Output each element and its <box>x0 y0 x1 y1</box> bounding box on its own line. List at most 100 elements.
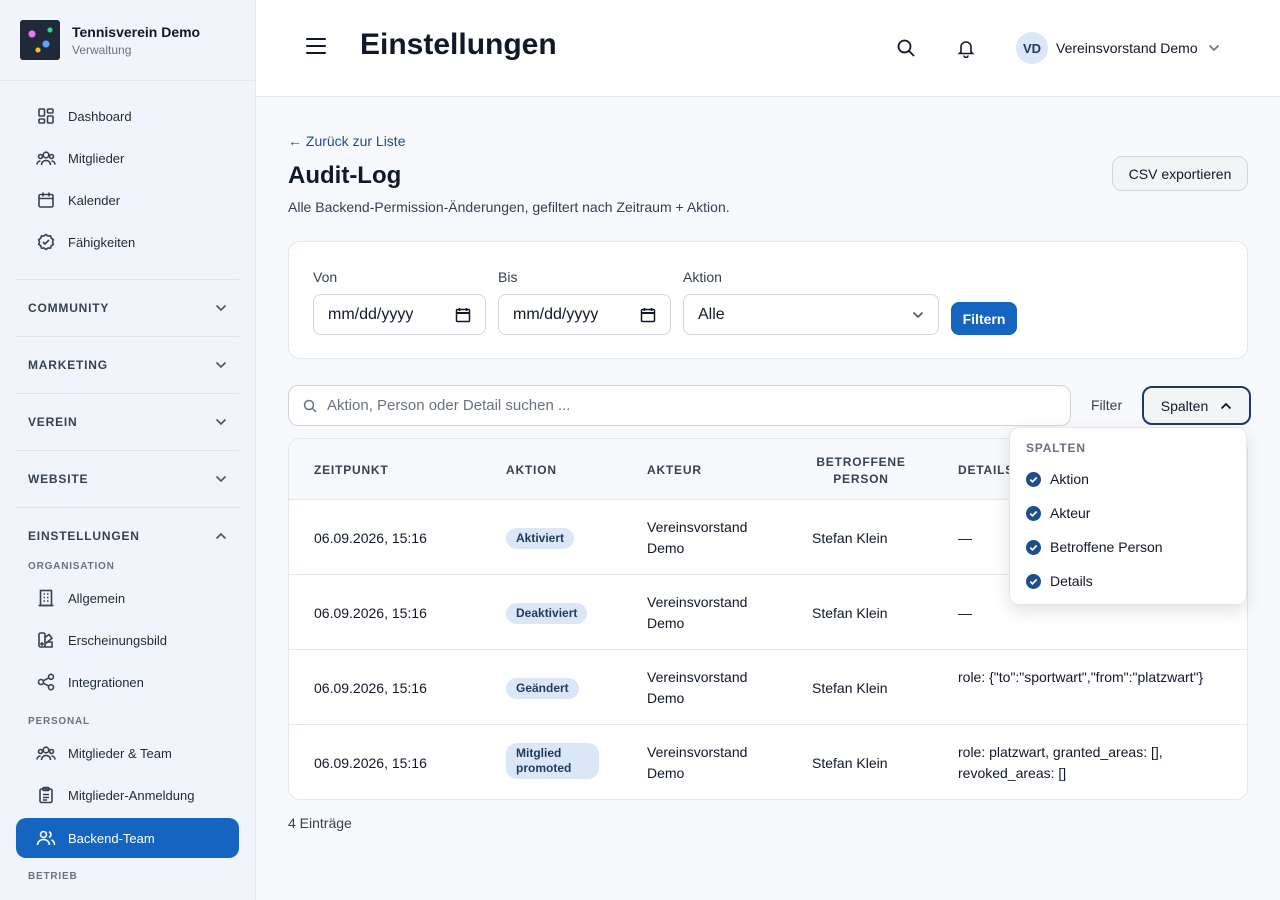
back-link[interactable]: ← Zurück zur Liste <box>288 133 405 149</box>
section-label: EINSTELLUNGEN <box>28 528 140 543</box>
brand[interactable]: Tennisverein Demo Verwaltung <box>0 0 255 81</box>
search-icon <box>303 399 317 413</box>
action-select-value: Alle <box>698 305 725 323</box>
sidebar-item-integrations[interactable]: Integrationen <box>16 662 239 702</box>
subhead-organisation: ORGANISATION <box>28 561 115 572</box>
column-toggle-actor[interactable]: Akteur <box>1026 505 1090 521</box>
chevron-down-icon <box>1208 44 1219 52</box>
from-date-input[interactable]: mm/dd/yyyy <box>313 294 486 335</box>
column-toggle-person[interactable]: Betroffene Person <box>1026 539 1163 555</box>
section-einstellungen[interactable]: EINSTELLUNGEN <box>16 507 239 563</box>
dashboard-icon <box>36 106 56 126</box>
share-icon <box>36 672 56 692</box>
chevron-up-icon <box>215 532 227 539</box>
column-header-action[interactable]: AKTION <box>506 463 557 477</box>
user-menu[interactable]: VD Vereinsvorstand Demo <box>1016 32 1220 64</box>
column-header-person[interactable]: BETROFFENE PERSON <box>809 454 913 488</box>
building-icon <box>36 588 56 608</box>
search-input[interactable]: Aktion, Person oder Detail suchen ... <box>288 385 1071 426</box>
column-toggle-label: Details <box>1050 573 1093 589</box>
avatar: VD <box>1016 32 1048 64</box>
sidebar: Tennisverein Demo Verwaltung Dashboard M… <box>0 0 256 900</box>
subhead-betrieb: BETRIEB <box>28 871 78 882</box>
section-marketing[interactable]: MARKETING <box>16 336 239 392</box>
cell-person: Stefan Klein <box>812 755 888 771</box>
sidebar-item-calendar[interactable]: Kalender <box>16 180 239 220</box>
subhead-personal: PERSONAL <box>28 716 90 727</box>
section-label: VEREIN <box>28 414 78 429</box>
calendar-icon <box>36 190 56 210</box>
sidebar-item-label: Mitglieder & Team <box>68 745 172 761</box>
section-title: Audit-Log <box>288 162 402 189</box>
csv-export-button[interactable]: CSV exportieren <box>1112 156 1248 191</box>
column-toggle-action[interactable]: Aktion <box>1026 471 1089 487</box>
entry-count: 4 Einträge <box>288 815 352 831</box>
table-row[interactable]: 06.09.2026, 15:16 Geändert Vereinsvorsta… <box>289 650 1247 725</box>
column-toggle-label: Akteur <box>1050 505 1091 521</box>
badge-check-icon <box>36 232 56 252</box>
column-toggle-details[interactable]: Details <box>1026 573 1093 589</box>
search-placeholder: Aktion, Person oder Detail suchen ... <box>327 397 571 414</box>
column-header-actor[interactable]: AKTEUR <box>647 463 702 477</box>
cell-details: — <box>958 530 972 546</box>
palette-icon <box>36 630 56 650</box>
brand-title: Tennisverein Demo <box>72 23 201 40</box>
clipboard-icon <box>36 785 56 805</box>
column-header-details[interactable]: DETAILS <box>958 463 1014 477</box>
columns-button-label: Spalten <box>1160 397 1209 414</box>
chevron-down-icon <box>215 361 227 368</box>
chevron-down-icon <box>215 418 227 425</box>
calendar-icon[interactable] <box>455 307 471 323</box>
check-circle-icon <box>1026 573 1041 589</box>
action-badge: Mitglied promoted <box>506 743 599 779</box>
column-toggle-label: Aktion <box>1050 471 1089 487</box>
sidebar-item-label: Kalender <box>68 192 121 208</box>
filter-submit-button[interactable]: Filtern <box>951 302 1017 335</box>
section-website[interactable]: WEBSITE <box>16 450 239 506</box>
cell-person: Stefan Klein <box>812 680 888 696</box>
sidebar-item-dashboard[interactable]: Dashboard <box>16 96 239 136</box>
table-row[interactable]: 06.09.2026, 15:16 Mitglied promoted Vere… <box>289 725 1247 799</box>
section-community[interactable]: COMMUNITY <box>16 279 239 335</box>
sidebar-item-members[interactable]: Mitglieder <box>16 138 239 178</box>
cell-actor: Vereinsvorstand Demo <box>647 594 748 631</box>
calendar-icon[interactable] <box>640 307 656 323</box>
sidebar-item-label: Allgemein <box>68 590 126 606</box>
columns-button[interactable]: Spalten <box>1142 386 1251 425</box>
sidebar-item-label: Dashboard <box>68 108 132 124</box>
search-icon[interactable] <box>896 38 916 58</box>
check-circle-icon <box>1026 539 1041 555</box>
sidebar-item-label: Backend-Team <box>68 830 155 846</box>
cell-details: role: {"to":"sportwart","from":"platzwar… <box>958 669 1204 685</box>
section-subtitle: Alle Backend-Permission-Änderungen, gefi… <box>288 199 730 215</box>
to-date-input[interactable]: mm/dd/yyyy <box>498 294 671 335</box>
action-badge: Geändert <box>506 678 579 699</box>
to-label: Bis <box>498 269 518 285</box>
cell-time: 06.09.2026, 15:16 <box>314 755 427 771</box>
menu-icon[interactable] <box>306 38 326 58</box>
cell-details: role: platzwart, granted_areas: [], revo… <box>958 744 1163 781</box>
bell-icon[interactable] <box>956 38 976 58</box>
section-verein[interactable]: VEREIN <box>16 393 239 449</box>
sidebar-item-general[interactable]: Allgemein <box>16 578 239 618</box>
columns-dropdown-title: SPALTEN <box>1026 441 1086 455</box>
action-select[interactable]: Alle <box>683 294 939 335</box>
sidebar-item-member-signup[interactable]: Mitglieder-Anmeldung <box>16 775 239 815</box>
chevron-down-icon <box>215 304 227 311</box>
club-logo <box>20 20 60 60</box>
filter-toggle[interactable]: Filter <box>1091 397 1122 413</box>
section-label: COMMUNITY <box>28 300 110 315</box>
sidebar-item-members-team[interactable]: Mitglieder & Team <box>16 733 239 773</box>
action-badge: Aktiviert <box>506 528 575 549</box>
cell-actor: Vereinsvorstand Demo <box>647 669 748 706</box>
sidebar-item-appearance[interactable]: Erscheinungsbild <box>16 620 239 660</box>
column-header-time[interactable]: ZEITPUNKT <box>314 463 389 477</box>
sidebar-item-backend-team[interactable]: Backend-Team <box>16 818 239 858</box>
sidebar-item-skills[interactable]: Fähigkeiten <box>16 222 239 262</box>
section-label: WEBSITE <box>28 471 89 486</box>
sidebar-item-label: Mitglieder-Anmeldung <box>68 787 195 803</box>
cell-time: 06.09.2026, 15:16 <box>314 530 427 546</box>
sidebar-item-label: Fähigkeiten <box>68 234 136 250</box>
cell-person: Stefan Klein <box>812 530 888 546</box>
filter-card: Von mm/dd/yyyy Bis mm/dd/yyyy Aktion All… <box>288 241 1248 359</box>
